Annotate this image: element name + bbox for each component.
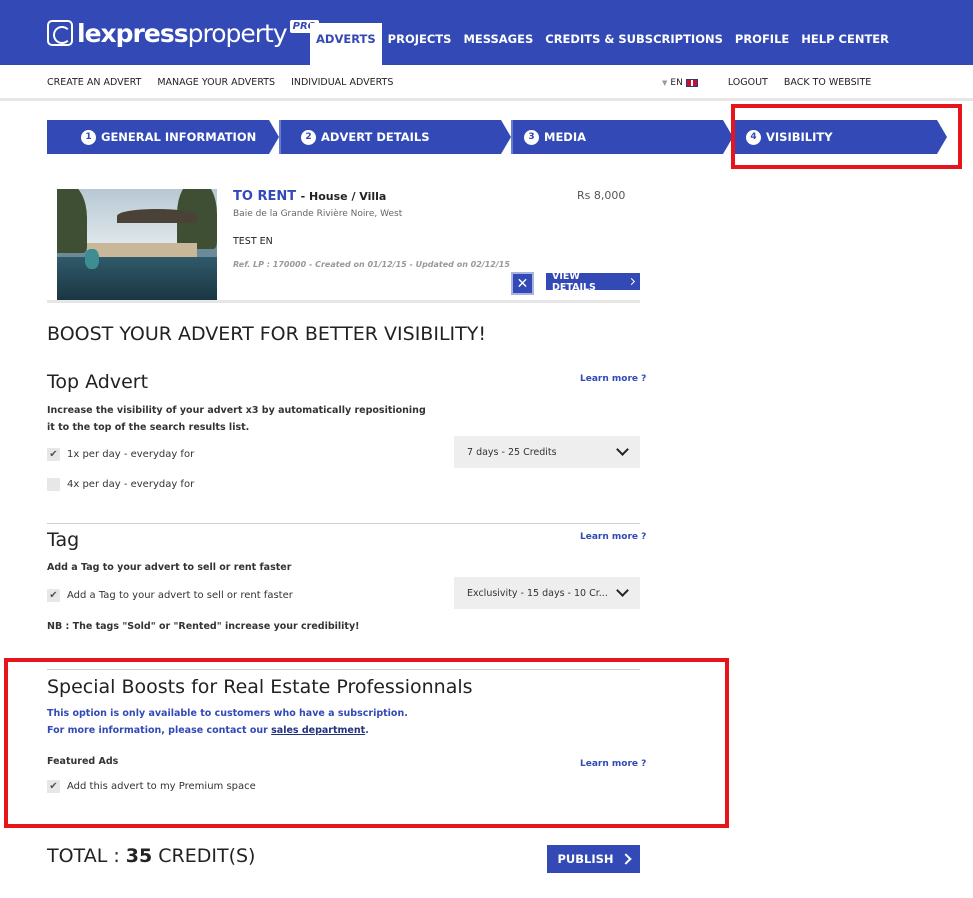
tag-title: Tag	[47, 529, 80, 551]
publish-button[interactable]: PUBLISH	[547, 845, 640, 873]
step-arrow	[723, 120, 733, 154]
lexpressproperty-logo[interactable]: lexpressproperty PRO	[47, 16, 320, 50]
step-label: MEDIA	[544, 130, 587, 144]
step-number: 2	[301, 129, 316, 145]
advert-title: TEST EN	[233, 236, 273, 247]
section-divider	[47, 669, 640, 670]
logout-link[interactable]: LOGOUT	[728, 77, 768, 88]
top-advert-description: Increase the visibility of your advert x…	[47, 405, 426, 433]
chevron-right-icon	[628, 278, 636, 285]
chevron-right-icon	[619, 853, 632, 865]
advert-price: Rs 8,000	[577, 189, 626, 202]
back-to-website-link[interactable]: BACK TO WEBSITE	[784, 77, 871, 88]
chevron-down-icon	[616, 443, 629, 456]
checkbox-unchecked-icon	[47, 478, 60, 491]
logo-mark-icon	[47, 20, 73, 46]
section-divider	[47, 523, 640, 524]
step-advert-details[interactable]: 2 ADVERT DETAILS	[279, 120, 501, 154]
advert-reference: Ref. LP : 170000 - Created on 01/12/15 -…	[233, 260, 510, 269]
tag-note: NB : The tags "Sold" or "Rented" increas…	[47, 621, 360, 632]
special-boosts-note: This option is only available to custome…	[47, 708, 408, 736]
delete-advert-button[interactable]: ✕	[511, 272, 534, 295]
total-credits: TOTAL : 35 CREDIT(S)	[47, 845, 256, 867]
advert-location: Baie de la Grande Rivière Noire, West	[233, 209, 403, 219]
subnav-manage-adverts[interactable]: MANAGE YOUR ADVERTS	[157, 77, 275, 88]
uk-flag-icon	[685, 78, 698, 87]
special-boosts-title: Special Boosts for Real Estate Professio…	[47, 676, 473, 698]
step-arrow	[269, 120, 279, 154]
checkbox-checked-icon: ✔	[47, 780, 60, 793]
step-arrow	[501, 120, 511, 154]
step-progress-bar: 1 GENERAL INFORMATION 2 ADVERT DETAILS 3…	[47, 120, 947, 154]
logo-text: lexpressproperty	[77, 18, 288, 48]
advert-summary-card: TO RENT - House / Villa Baie de la Grand…	[47, 178, 640, 303]
nav-adverts[interactable]: ADVERTS	[310, 23, 382, 65]
nav-projects[interactable]: PROJECTS	[382, 23, 458, 65]
step-label: GENERAL INFORMATION	[101, 130, 257, 144]
subnav-individual-adverts[interactable]: INDIVIDUAL ADVERTS	[291, 77, 393, 88]
top-advert-learn-more-link[interactable]: Learn more ?	[580, 374, 646, 384]
tag-type-select[interactable]: Exclusivity - 15 days - 10 Cr...	[454, 577, 640, 609]
premium-space-checkbox[interactable]: ✔ Add this advert to my Premium space	[47, 780, 256, 793]
checkbox-checked-icon: ✔	[47, 589, 60, 602]
step-visibility[interactable]: 4 VISIBILITY	[733, 120, 937, 154]
top-bar: lexpressproperty PRO ADVERTS PROJECTS ME…	[0, 0, 973, 65]
subnav-create-advert[interactable]: CREATE AN ADVERT	[47, 77, 141, 88]
step-general-information[interactable]: 1 GENERAL INFORMATION	[47, 120, 269, 154]
language-code: EN	[670, 77, 683, 88]
step-number: 4	[746, 129, 761, 145]
nav-profile[interactable]: PROFILE	[729, 23, 795, 65]
top-advert-1x-checkbox[interactable]: ✔ 1x per day - everyday for	[47, 448, 194, 461]
nav-help-center[interactable]: HELP CENTER	[795, 23, 895, 65]
nav-credits-subscriptions[interactable]: CREDITS & SUBSCRIPTIONS	[539, 23, 729, 65]
sales-department-link[interactable]: sales department	[271, 725, 365, 736]
step-number: 1	[81, 129, 96, 145]
step-divider	[733, 120, 735, 154]
close-icon: ✕	[516, 275, 529, 292]
top-advert-duration-select[interactable]: 7 days - 25 Credits	[454, 436, 640, 468]
top-advert-title: Top Advert	[47, 371, 149, 393]
main-nav: ADVERTS PROJECTS MESSAGES CREDITS & SUBS…	[310, 23, 895, 65]
step-arrow	[937, 120, 947, 154]
boost-heading: BOOST YOUR ADVERT FOR BETTER VISIBILITY!	[47, 323, 486, 345]
chevron-down-icon	[616, 584, 629, 597]
language-selector[interactable]: ▼ EN	[662, 78, 698, 88]
step-number: 3	[524, 129, 539, 145]
special-boosts-learn-more-link[interactable]: Learn more ?	[580, 759, 646, 769]
tag-learn-more-link[interactable]: Learn more ?	[580, 532, 646, 542]
advert-thumbnail[interactable]	[57, 189, 217, 300]
step-divider	[511, 120, 513, 154]
view-details-button[interactable]: VIEW DETAILS	[546, 271, 640, 293]
step-media[interactable]: 3 MEDIA	[511, 120, 723, 154]
sub-nav: CREATE AN ADVERT MANAGE YOUR ADVERTS IND…	[0, 65, 973, 101]
checkbox-checked-icon: ✔	[47, 448, 60, 461]
top-advert-4x-checkbox[interactable]: 4x per day - everyday for	[47, 478, 194, 491]
nav-messages[interactable]: MESSAGES	[457, 23, 539, 65]
featured-ads-label: Featured Ads	[47, 756, 119, 767]
tag-description: Add a Tag to your advert to sell or rent…	[47, 562, 292, 573]
tag-checkbox[interactable]: ✔ Add a Tag to your advert to sell or re…	[47, 589, 293, 602]
step-label: VISIBILITY	[766, 130, 833, 144]
step-divider	[279, 120, 281, 154]
caret-down-icon: ▼	[662, 78, 668, 87]
advert-type: TO RENT - House / Villa	[233, 189, 387, 204]
step-label: ADVERT DETAILS	[321, 130, 430, 144]
